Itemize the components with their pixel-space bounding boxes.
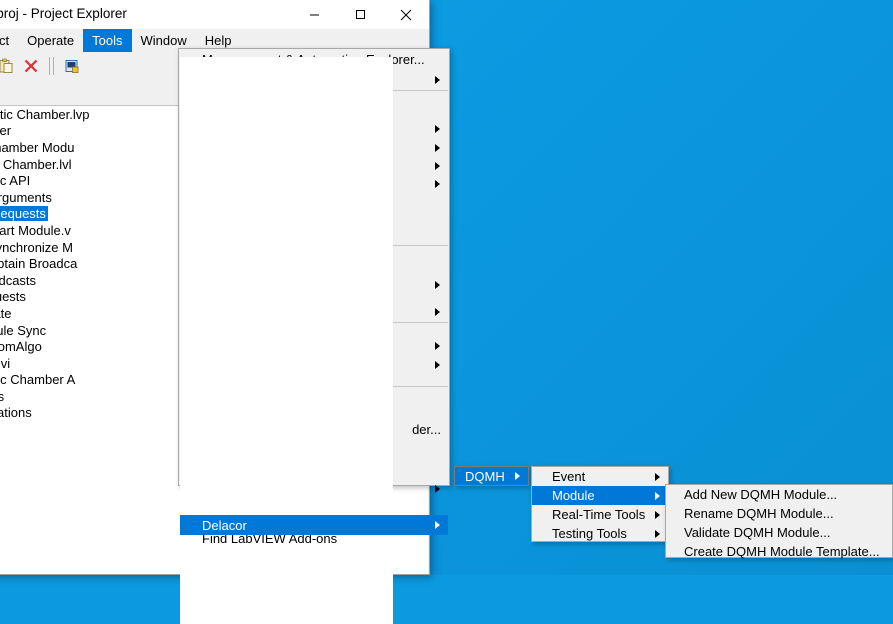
menu-item-delacor-label: Delacor [202, 517, 247, 533]
tree-row-label: Build Specifications [0, 405, 32, 421]
menu-item-dqmh-label: DQMH [465, 468, 505, 484]
menu-render-artifact [180, 57, 393, 509]
minimize-button[interactable] [291, 0, 337, 29]
menu-item-10[interactable]: der... [412, 420, 441, 439]
paste-icon[interactable] [0, 54, 18, 78]
tree-row-label: Requests [0, 289, 26, 305]
window-title: matic Chamber.lvproj - Project Explorer [0, 6, 127, 21]
tree-row-label: Public API [0, 173, 31, 189]
menu-item-validate-dqmh-module-label: Validate DQMH Module... [684, 525, 831, 540]
menu-item-dqmh[interactable]: DQMH [455, 467, 528, 485]
menu-item-delacor[interactable]: Delacor [180, 515, 448, 535]
tree-row-label: CustomAlgo [0, 339, 42, 355]
chevron-right-icon [435, 124, 440, 133]
chevron-right-icon [435, 341, 440, 350]
chevron-right-icon [655, 491, 660, 500]
menu-item-create-dqmh-module-template[interactable]: Create DQMH Module Template... [666, 542, 892, 561]
tree-row-label: Dependencies [0, 388, 5, 404]
menu-project[interactable]: Project [0, 29, 18, 52]
project-properties-icon[interactable] [60, 54, 84, 78]
menu-render-artifact-lower [180, 541, 393, 624]
menu-item-validate-dqmh-module[interactable]: Validate DQMH Module... [666, 523, 892, 542]
dqmh-submenu[interactable]: Event Module Real-Time Tools Testing Too… [531, 466, 669, 542]
tree-row-label: Broadcasts [0, 272, 37, 288]
tree-row-label: My Computer [0, 123, 12, 139]
menu-item-event-label: Event [552, 469, 586, 484]
menu-item-event[interactable]: Event [532, 467, 668, 486]
tree-row-label: Private [0, 305, 12, 321]
chevron-right-icon [435, 280, 440, 289]
tree-row-label: Synchronize M [0, 239, 73, 255]
menu-item-real-time-tools[interactable]: Real-Time Tools [532, 505, 668, 524]
tree-row-label: Requests [0, 206, 48, 222]
tree-row-label: Obtain Broadca [0, 256, 78, 272]
menu-item-testing-tools-label: Testing Tools [552, 526, 627, 541]
tree-row-label: Start Module.v [0, 222, 71, 238]
chevron-right-icon [655, 529, 660, 538]
chevron-right-icon [515, 472, 520, 480]
tree-row-label: Project: Climatic Chamber.lvp [0, 106, 90, 122]
menu-item-10-label: der... [412, 422, 441, 437]
menu-item-rename-dqmh-module-label: Rename DQMH Module... [684, 506, 834, 521]
menu-item-find-addons-label: Find LabVIEW Add-ons [202, 535, 338, 546]
menu-item-create-dqmh-module-template-label: Create DQMH Module Template... [684, 544, 880, 559]
chevron-right-icon [435, 143, 440, 152]
module-submenu[interactable]: Add New DQMH Module... Rename DQMH Modul… [665, 484, 893, 561]
delete-icon[interactable] [19, 54, 43, 78]
chevron-right-icon [435, 521, 440, 529]
menu-item-real-time-tools-label: Real-Time Tools [552, 507, 646, 522]
toolbar-separator-2 [49, 57, 54, 75]
menu-item-module-label: Module [552, 488, 595, 503]
chevron-right-icon [435, 360, 440, 369]
chevron-right-icon [655, 510, 660, 519]
window-controls [291, 0, 429, 29]
chevron-right-icon [435, 179, 440, 188]
menu-item-find-addons[interactable]: Find LabVIEW Add-ons [180, 535, 448, 549]
menu-item-testing-tools[interactable]: Testing Tools [532, 524, 668, 543]
tree-row-label: Test Climatic Chamber A [0, 372, 76, 388]
tree-row-label: Climatic Chamber.lvl [0, 156, 72, 172]
tree-row-label: Climatic Chamber Modu [0, 139, 75, 155]
menu-item-rename-dqmh-module[interactable]: Rename DQMH Module... [666, 504, 892, 523]
menu-item-add-new-dqmh-module-label: Add New DQMH Module... [684, 487, 838, 502]
tree-row-label: Main.vi [0, 355, 11, 371]
menu-item-add-new-dqmh-module[interactable]: Add New DQMH Module... [666, 485, 892, 504]
chevron-right-icon [435, 161, 440, 170]
chevron-right-icon [435, 307, 440, 316]
close-button[interactable] [383, 0, 429, 29]
tree-row-label: Module Sync [0, 322, 47, 338]
menu-tools[interactable]: Tools [83, 29, 132, 52]
chevron-right-icon [435, 75, 440, 84]
chevron-right-icon [435, 484, 440, 493]
chevron-right-icon [655, 472, 660, 481]
tree-row-label: Arguments [0, 189, 52, 205]
menu-operate[interactable]: Operate [18, 29, 83, 52]
tools-dropdown-menu[interactable]: Measurement & Automation Explorer... der… [178, 48, 450, 624]
title-bar[interactable]: matic Chamber.lvproj - Project Explorer [0, 0, 429, 29]
delacor-submenu[interactable]: DQMH [454, 466, 529, 486]
maximize-button[interactable] [337, 0, 383, 29]
menu-item-module[interactable]: Module [532, 486, 668, 505]
